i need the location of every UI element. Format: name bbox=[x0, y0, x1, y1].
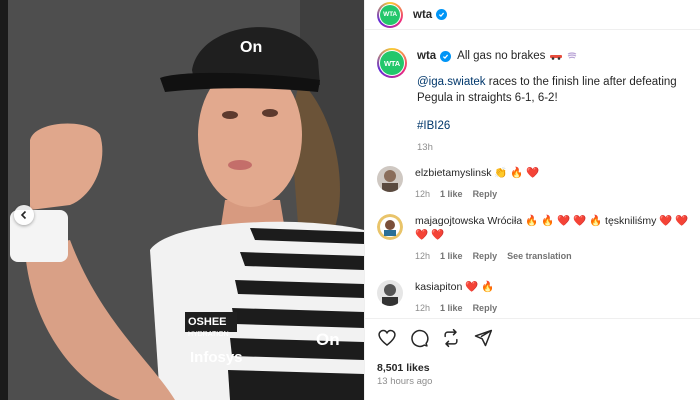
author-avatar[interactable]: WTA bbox=[377, 1, 403, 28]
comment-item: elzbietamyslinsk 👏 🔥 ❤️ 12h 1 like Reply bbox=[377, 166, 694, 201]
comment-like-count[interactable]: 1 like bbox=[440, 187, 463, 201]
sponsor-infosys: Infosys bbox=[190, 349, 243, 366]
post-header: WTA wta bbox=[365, 0, 700, 30]
comment-item: majagojtowska Wróciła 🔥 🔥 ❤️ ❤️ 🔥 tęskni… bbox=[377, 214, 694, 263]
caption-username[interactable]: wta bbox=[417, 48, 436, 64]
commenter-avatar[interactable] bbox=[377, 280, 403, 306]
author-username[interactable]: wta bbox=[413, 9, 432, 21]
race-car-icon bbox=[550, 55, 563, 60]
commenter-avatar[interactable] bbox=[377, 166, 403, 192]
hashtag-link[interactable]: #IBI26 bbox=[417, 120, 450, 132]
wta-logo: WTA bbox=[380, 51, 404, 75]
mention-link[interactable]: @iga.swiatek bbox=[417, 76, 486, 88]
carousel-prev-button[interactable] bbox=[14, 205, 34, 225]
verified-badge-icon bbox=[440, 50, 452, 62]
see-translation-button[interactable]: See translation bbox=[507, 249, 572, 263]
shirt-logo: On bbox=[316, 330, 340, 349]
comment-time: 12h bbox=[415, 251, 431, 261]
share-icon[interactable] bbox=[473, 328, 493, 348]
like-count[interactable]: 8,501 likes bbox=[377, 362, 430, 374]
comment-text: 👏 🔥 ❤️ bbox=[494, 167, 540, 179]
comment-username[interactable]: elzbietamyslinsk bbox=[415, 167, 491, 179]
lips bbox=[228, 160, 252, 170]
post-time-short: 13h bbox=[417, 142, 433, 153]
comment-icon[interactable] bbox=[409, 328, 429, 348]
comment-like-count[interactable]: 1 like bbox=[440, 301, 463, 315]
caption-avatar[interactable]: WTA bbox=[377, 48, 407, 78]
post-time-long: 13 hours ago bbox=[377, 376, 433, 387]
post-viewer: On OSHEE HYDRATION Infosys On WTA wta WT… bbox=[0, 0, 700, 400]
eye-left bbox=[222, 111, 238, 119]
post-photo[interactable]: On OSHEE HYDRATION Infosys On bbox=[0, 0, 364, 400]
dash-icon bbox=[568, 52, 577, 59]
caption-text: @iga.swiatek races to the finish line af… bbox=[417, 74, 688, 106]
sponsor-oshee: OSHEE bbox=[188, 316, 227, 328]
comment-time: 12h bbox=[415, 189, 431, 199]
reply-button[interactable]: Reply bbox=[473, 301, 498, 315]
post-actions bbox=[365, 318, 700, 356]
comment-username[interactable]: majagojtowska bbox=[415, 215, 484, 227]
eye-right bbox=[262, 109, 278, 117]
comment-item: kasiapiton ❤️ 🔥 12h 1 like Reply bbox=[377, 280, 694, 315]
repost-icon[interactable] bbox=[441, 328, 461, 348]
verified-badge-icon bbox=[436, 9, 448, 20]
comment-text: ❤️ 🔥 bbox=[462, 281, 495, 293]
wta-logo: WTA bbox=[380, 4, 400, 25]
comment-like-count[interactable]: 1 like bbox=[440, 249, 463, 263]
heart-icon[interactable] bbox=[377, 328, 397, 348]
cap-logo: On bbox=[240, 39, 262, 56]
player-illustration: On OSHEE HYDRATION Infosys On bbox=[8, 0, 364, 400]
sponsor-oshee-sub: HYDRATION bbox=[188, 331, 229, 338]
comment-username[interactable]: kasiapiton bbox=[415, 281, 462, 293]
chevron-left-icon bbox=[20, 210, 27, 220]
reply-button[interactable]: Reply bbox=[473, 249, 498, 263]
caption: WTA wta All gas no brakes @iga.swiatek r… bbox=[365, 30, 700, 156]
commenter-avatar[interactable] bbox=[377, 214, 403, 240]
reply-button[interactable]: Reply bbox=[473, 187, 498, 201]
caption-lead: All gas no brakes bbox=[457, 50, 546, 62]
comment-time: 12h bbox=[415, 303, 431, 313]
post-details-panel: WTA wta WTA wta All gas no brakes @iga.s… bbox=[364, 0, 700, 400]
